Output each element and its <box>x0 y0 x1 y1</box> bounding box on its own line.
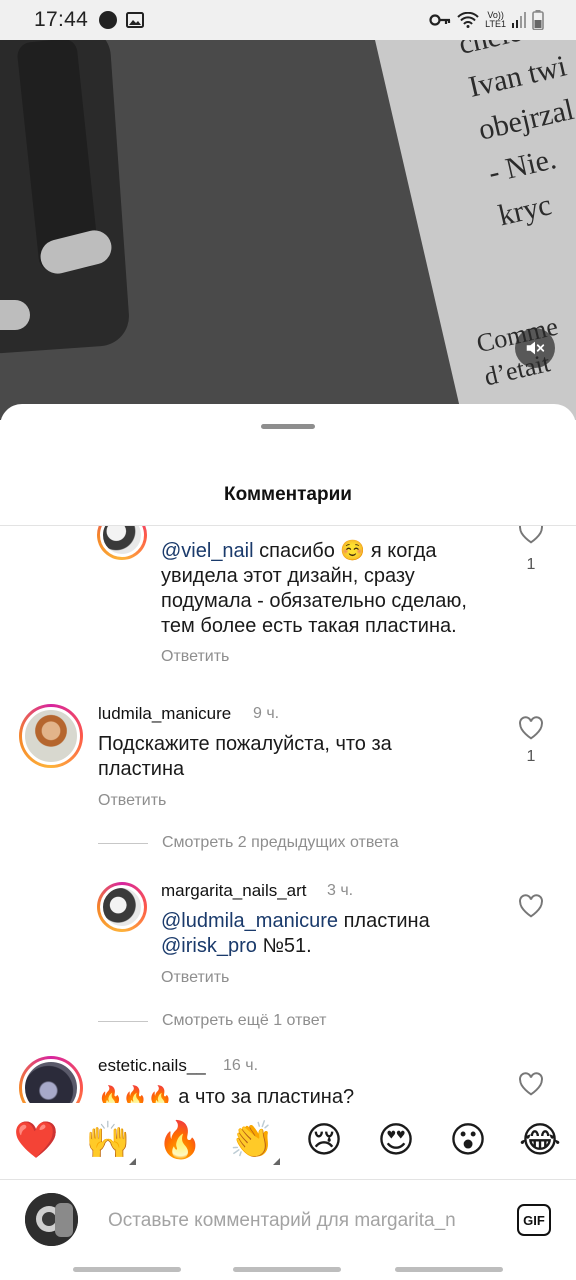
emoji-glyph: 👏 <box>229 1120 275 1161</box>
mention-link[interactable]: @irisk_pro <box>161 935 257 957</box>
wifi-icon <box>457 12 479 28</box>
avatar[interactable] <box>19 704 83 768</box>
comment-input[interactable] <box>108 1206 496 1236</box>
view-previous-replies-label: Смотреть 2 предыдущих ответа <box>162 834 399 851</box>
user-avatar <box>25 1193 78 1246</box>
comment-text: @ludmila_manicure пластина @irisk_pro №51… <box>161 909 481 959</box>
skin-tone-indicator-icon <box>273 1158 280 1165</box>
emoji-heart-eyes-button[interactable]: 😍 <box>360 1121 432 1161</box>
comment-time: 16 ч. <box>223 1057 259 1074</box>
emoji-fire-button[interactable]: 🔥 <box>144 1121 216 1161</box>
signal-icon <box>512 12 526 28</box>
emoji-raised-hands-button[interactable]: 🙌 <box>72 1120 144 1165</box>
nav-home-button[interactable] <box>233 1267 341 1272</box>
mute-button[interactable] <box>515 328 555 368</box>
comment-username[interactable]: estetic.nails__ <box>98 1056 206 1076</box>
skin-tone-indicator-icon <box>129 1158 136 1165</box>
lte-label: LTE1 <box>485 19 506 29</box>
heart-icon[interactable] <box>518 716 544 740</box>
comment-composer: GIF <box>0 1180 576 1260</box>
view-more-replies-label: Смотреть ещё 1 ответ <box>162 1012 327 1029</box>
emoji-glyph: 🙌 <box>85 1120 131 1161</box>
nav-back-button[interactable] <box>395 1267 503 1272</box>
gif-button[interactable]: GIF <box>517 1204 551 1236</box>
reply-button[interactable]: Ответить <box>98 792 166 810</box>
gallery-icon <box>126 12 145 28</box>
avatar[interactable] <box>97 882 147 932</box>
reply-button[interactable]: Ответить <box>161 969 229 987</box>
battery-icon <box>532 10 544 30</box>
comment-time: 3 ч. <box>327 882 354 899</box>
emoji-crying-button[interactable]: 😢 <box>288 1121 360 1161</box>
emoji-clap-button[interactable]: 👏 <box>216 1120 288 1165</box>
view-more-replies[interactable]: Смотреть ещё 1 ответ <box>98 1012 326 1030</box>
like-count: 1 <box>526 556 536 573</box>
system-nav-bar <box>0 1260 576 1280</box>
status-bar: 17:44 Vo)) LTE1 <box>0 0 576 40</box>
like-count: 1 <box>526 748 536 765</box>
avatar[interactable] <box>19 1056 83 1104</box>
status-time: 17:44 <box>34 8 89 31</box>
nav-recent-button[interactable] <box>73 1267 181 1272</box>
network-type-indicator: Vo)) LTE1 <box>485 11 506 29</box>
speaker-muted-icon <box>526 341 545 355</box>
video-figure-shoe <box>0 300 30 330</box>
sheet-title: Комментарии <box>224 484 352 505</box>
comment-text-body: пластина <box>338 910 430 932</box>
avatar-image <box>25 1193 78 1246</box>
reply-button[interactable]: Ответить <box>161 648 229 666</box>
heart-icon[interactable] <box>518 1072 544 1096</box>
comment-text-body: №51. <box>256 935 312 957</box>
view-previous-replies[interactable]: Смотреть 2 предыдущих ответа <box>98 834 399 852</box>
video-background[interactable]: chele Ivan twi obejrzal - Nie. kryc Comm… <box>0 0 576 420</box>
thread-line <box>98 842 148 844</box>
comment-time: 9 ч. <box>253 705 280 722</box>
comment-text: Подскажите пожалуйста, что за пластина <box>98 733 392 780</box>
emoji-laughing-button[interactable]: 😂 <box>504 1121 576 1161</box>
notification-dot-icon <box>99 11 118 29</box>
heart-icon[interactable] <box>518 526 544 544</box>
mention-link[interactable]: @viel_nail <box>161 540 254 562</box>
avatar[interactable] <box>97 526 147 560</box>
key-icon <box>429 14 451 26</box>
comment-username[interactable]: margarita_nails_art <box>161 881 307 901</box>
emoji-quick-bar: ❤️ 🙌 🔥 👏 😢 😍 😮 😂 <box>0 1103 576 1179</box>
comment-username[interactable]: ludmila_manicure <box>98 704 231 724</box>
emoji-heart-button[interactable]: ❤️ <box>0 1121 72 1161</box>
mention-link[interactable]: @ludmila_manicure <box>161 910 338 932</box>
drag-handle[interactable] <box>261 424 315 429</box>
emoji-surprised-button[interactable]: 😮 <box>432 1121 504 1161</box>
comment-text: @viel_nail спасибо ☺️ я когда увидела эт… <box>161 539 481 639</box>
heart-icon[interactable] <box>518 894 544 918</box>
comment-text: 🔥🔥🔥 а что за пластина? <box>98 1086 355 1104</box>
comments-list[interactable]: @viel_nail спасибо ☺️ я когда увидела эт… <box>0 526 576 1104</box>
thread-line <box>98 1020 148 1022</box>
